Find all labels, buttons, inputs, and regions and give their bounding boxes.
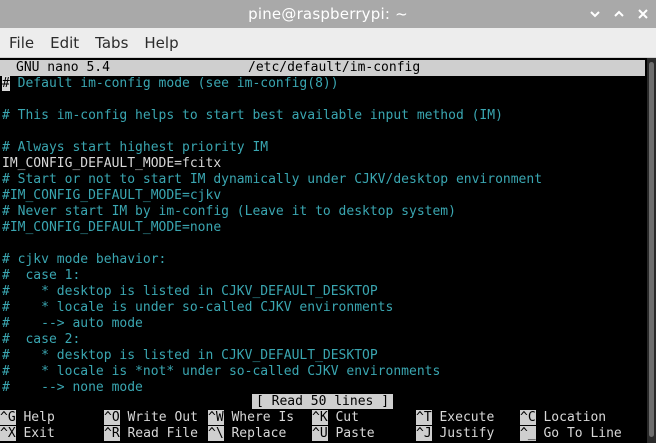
menu-file[interactable]: File [3,34,40,52]
shortcut-label: Help [15,410,55,425]
shortcut-cut[interactable]: ^K Cut [312,410,359,426]
shortcut-label: Justify [431,426,495,441]
editor-line[interactable]: # Default im-config mode (see im-config(… [2,76,642,92]
editor-line[interactable]: # cjkv mode behavior: [2,252,642,268]
menu-edit[interactable]: Edit [44,34,85,52]
menu-tabs[interactable]: Tabs [89,34,134,52]
editor-line[interactable]: # * desktop is listed in CJKV_DEFAULT_DE… [2,348,642,364]
shortcut-label: Where Is [223,410,295,425]
status-message: [ Read 50 lines ] [251,394,394,409]
shortcut-write-out[interactable]: ^O Write Out [104,410,198,426]
terminal-area[interactable]: GNU nano 5.4 /etc/default/im-config # De… [0,58,656,443]
shortcut-label: Read File [119,426,198,441]
nano-filename: /etc/default/im-config [248,60,421,75]
nano-version: GNU nano 5.4 [16,60,110,75]
shortcut-help[interactable]: ^G Help [0,410,55,426]
editor-line[interactable]: #IM_CONFIG_DEFAULT_MODE=cjkv [2,188,642,204]
shortcut-label: Paste [327,426,375,441]
text-cursor: # [2,76,10,91]
editor-line[interactable] [2,236,642,252]
editor-line-text: Default im-config mode (see im-config(8)… [9,76,339,91]
title-bar[interactable]: pine@raspberrypi: ~ [0,0,656,28]
shortcut-label: Replace [223,426,287,441]
scrollbar[interactable] [647,58,656,443]
shortcut-key: ^_ [520,426,536,441]
close-icon [638,9,648,19]
editor-line[interactable]: #IM_CONFIG_DEFAULT_MODE=none [2,220,642,236]
maximize-button[interactable] [610,5,628,23]
editor-line[interactable]: # case 2: [2,332,642,348]
shortcut-key: ^\ [208,426,224,441]
nano-header: GNU nano 5.4 /etc/default/im-config [0,60,645,76]
shortcut-location[interactable]: ^C Location [520,410,606,426]
shortcut-label: Go To Line [535,426,622,441]
status-bar: [ Read 50 lines ] [0,394,645,410]
shortcut-execute[interactable]: ^T Execute [416,410,494,426]
terminal-window: pine@raspberrypi: ~ File Edit Tabs Help … [0,0,656,443]
shortcut-key: ^X [0,426,16,441]
shortcut-key: ^U [312,426,328,441]
shortcut-label: Cut [327,410,359,425]
close-button[interactable] [634,5,652,23]
shortcut-replace[interactable]: ^\ Replace [208,426,286,442]
chevron-up-icon [614,10,624,17]
editor-line[interactable]: # Start or not to start IM dynamically u… [2,172,642,188]
editor-line[interactable]: IM_CONFIG_DEFAULT_MODE=fcitx [2,156,642,172]
minimize-button[interactable] [586,5,604,23]
editor-line[interactable]: # * locale is *not* under so-called CJKV… [2,364,642,380]
shortcut-key: ^J [416,426,432,441]
editor-line[interactable]: # * locale is under so-called CJKV envir… [2,300,642,316]
window-title: pine@raspberrypi: ~ [248,5,408,23]
shortcut-go-to-line[interactable]: ^_ Go To Line [520,426,622,442]
shortcut-paste[interactable]: ^U Paste [312,426,375,442]
chevron-down-icon [590,11,600,18]
shortcut-key: ^R [104,426,120,441]
shortcut-key: ^O [104,410,120,425]
shortcut-label: Exit [15,426,55,441]
shortcut-where-is[interactable]: ^W Where Is [208,410,294,426]
editor-line[interactable]: # This im-config helps to start best ava… [2,108,642,124]
shortcut-key: ^C [520,410,536,425]
shortcut-key: ^K [312,410,328,425]
shortcut-read-file[interactable]: ^R Read File [104,426,198,442]
editor-buffer[interactable]: # Default im-config mode (see im-config(… [2,76,642,396]
shortcut-bar: ^G Help ^O Write Out ^W Where Is ^K Cut ^T E… [0,410,645,442]
shortcut-key: ^W [208,410,224,425]
shortcut-label: Write Out [119,410,198,425]
editor-line[interactable] [2,92,642,108]
shortcut-key: ^T [416,410,432,425]
menu-bar: File Edit Tabs Help [0,28,656,58]
scrollbar-thumb[interactable] [649,62,654,437]
shortcut-key: ^G [0,410,16,425]
shortcut-exit[interactable]: ^X Exit [0,426,55,442]
editor-line[interactable]: # * desktop is listed in CJKV_DEFAULT_DE… [2,284,642,300]
shortcut-label: Execute [431,410,495,425]
editor-line[interactable]: # Never start IM by im-config (Leave it … [2,204,642,220]
editor-line[interactable]: # Always start highest priority IM [2,140,642,156]
editor-line[interactable] [2,124,642,140]
editor-line[interactable]: # --> auto mode [2,316,642,332]
shortcut-label: Location [535,410,607,425]
window-controls [586,0,652,28]
shortcut-justify[interactable]: ^J Justify [416,426,494,442]
menu-help[interactable]: Help [138,34,184,52]
editor-line[interactable]: # case 1: [2,268,642,284]
